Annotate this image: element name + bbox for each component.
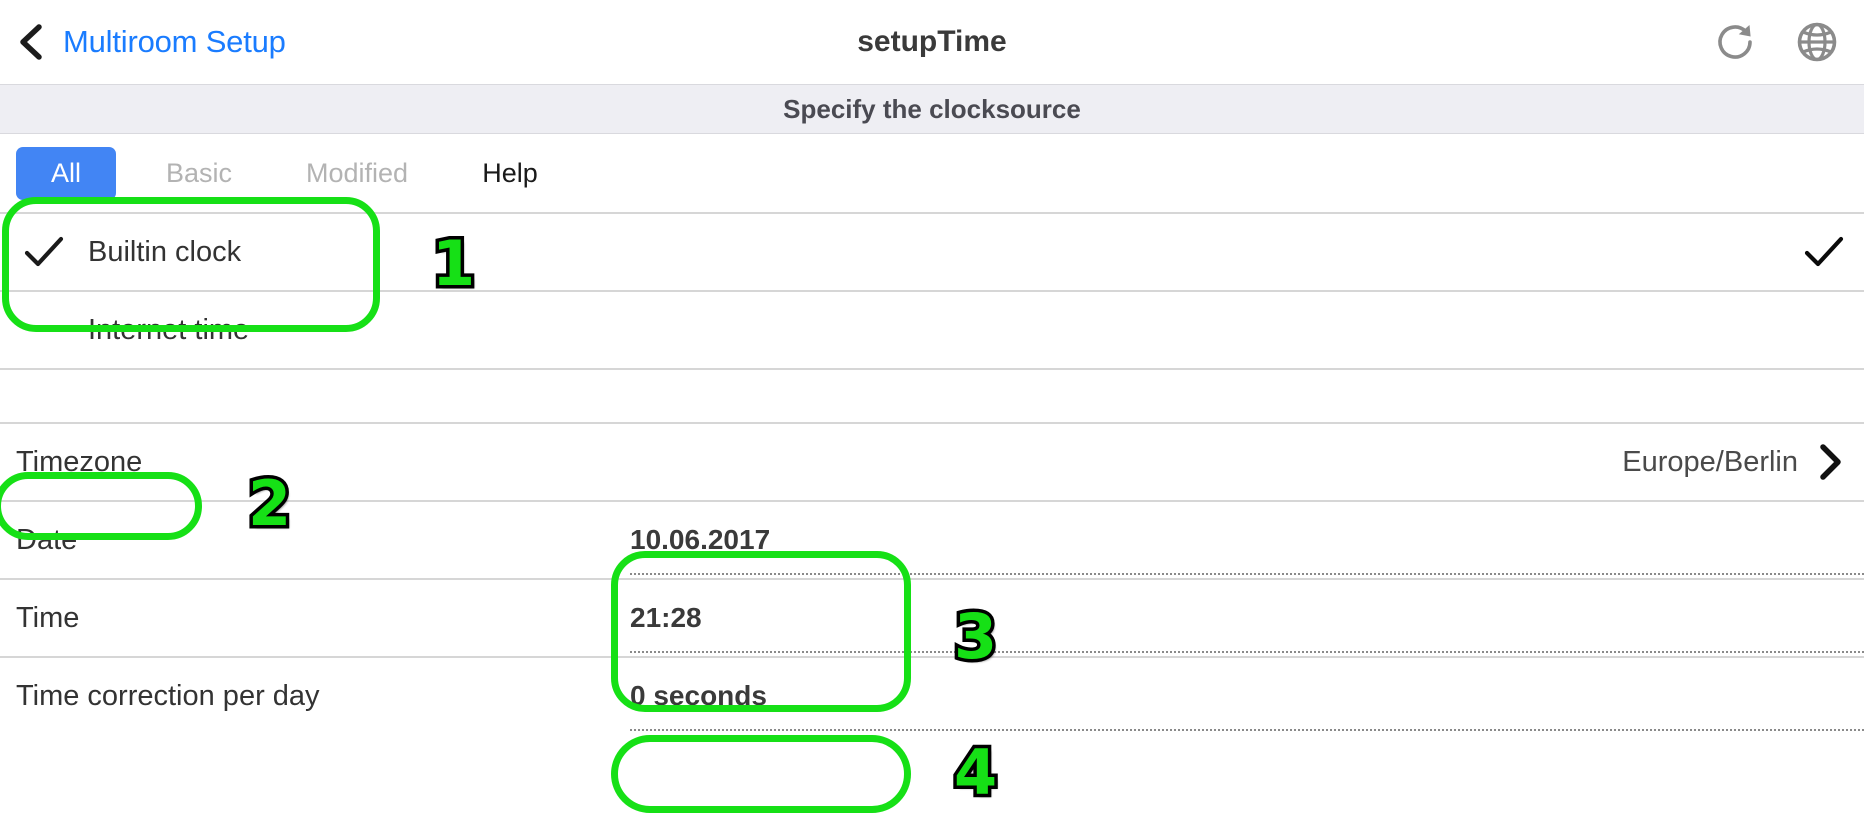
annotation-number-4: 4 — [950, 736, 1000, 809]
time-input[interactable]: 21:28 — [630, 580, 1864, 656]
tab-all[interactable]: All — [16, 146, 116, 200]
refresh-icon[interactable] — [1712, 19, 1758, 65]
annotation-box-4 — [611, 735, 911, 813]
date-input-underline — [630, 573, 1864, 575]
timezone-value: Europe/Berlin — [1622, 445, 1798, 478]
section-subtitle-text: Specify the clocksource — [783, 93, 1081, 124]
settings-row-time-correction[interactable]: Time correction per day 0 seconds — [0, 658, 1864, 734]
tab-basic[interactable]: Basic — [144, 148, 254, 199]
back-button-label: Multiroom Setup — [63, 24, 286, 59]
tab-modified[interactable]: Modified — [282, 148, 432, 199]
globe-icon[interactable] — [1792, 17, 1842, 67]
builtin-clock-check-slot — [0, 236, 88, 268]
time-input-underline — [630, 651, 1864, 653]
settings-row-timezone[interactable]: Timezone Europe/Berlin — [0, 424, 1864, 500]
back-button[interactable]: Multiroom Setup — [0, 22, 286, 62]
time-label: Time — [16, 601, 80, 634]
option-row-internet-time[interactable]: Internet time — [0, 292, 1864, 368]
timezone-label: Timezone — [16, 445, 143, 478]
time-correction-label: Time correction per day — [16, 679, 320, 712]
builtin-clock-selected-indicator — [1804, 236, 1844, 268]
tab-bar: All Basic Modified Help — [0, 134, 1864, 212]
navbar-actions — [1712, 0, 1842, 84]
check-icon — [1804, 236, 1844, 267]
navigation-bar: Multiroom Setup setupTime — [0, 0, 1864, 84]
tab-help[interactable]: Help — [460, 148, 560, 199]
option-row-builtin-clock[interactable]: Builtin clock — [0, 214, 1864, 290]
chevron-left-icon — [16, 22, 46, 62]
date-value: 10.06.2017 — [630, 524, 771, 555]
option-label-builtin-clock: Builtin clock — [88, 235, 242, 268]
timezone-value-group[interactable]: Europe/Berlin — [1622, 442, 1844, 482]
group-spacer — [0, 370, 1864, 422]
chevron-right-icon[interactable] — [1818, 442, 1844, 482]
settings-row-time[interactable]: Time 21:28 — [0, 580, 1864, 656]
section-subtitle-bar: Specify the clocksource — [0, 84, 1864, 134]
app-root: Multiroom Setup setupTime Specify the cl… — [0, 0, 1864, 826]
time-correction-value: 0 seconds — [630, 680, 767, 711]
date-input[interactable]: 10.06.2017 — [630, 502, 1864, 578]
settings-row-date[interactable]: Date 10.06.2017 — [0, 502, 1864, 578]
time-value: 21:28 — [630, 602, 702, 633]
time-correction-input-underline — [630, 729, 1864, 731]
check-icon — [24, 236, 64, 267]
option-label-internet-time: Internet time — [88, 313, 250, 346]
time-correction-input[interactable]: 0 seconds — [630, 658, 1864, 734]
date-label: Date — [16, 523, 78, 556]
